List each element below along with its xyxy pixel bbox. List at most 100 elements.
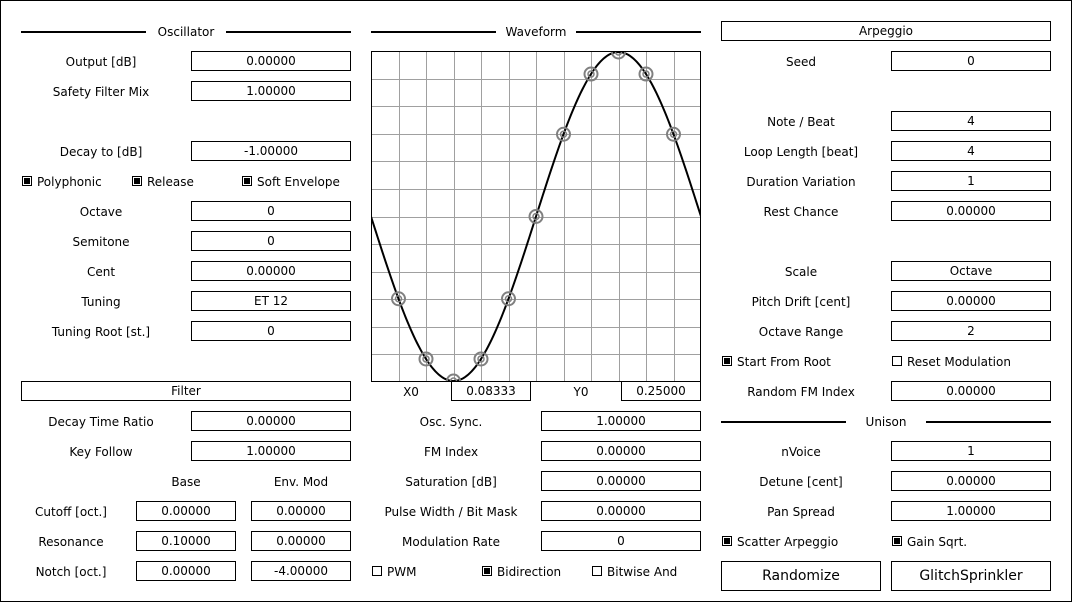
- detune-input[interactable]: 0.00000: [891, 471, 1051, 491]
- pwm-label: PWM: [387, 565, 417, 579]
- nvoice-input[interactable]: 1: [891, 441, 1051, 461]
- random-fm-index-label: Random FM Index: [747, 385, 855, 399]
- detune-label: Detune [cent]: [759, 475, 843, 489]
- start-from-root-check-icon: [722, 356, 732, 366]
- notch-env-input[interactable]: -4.00000: [251, 561, 351, 581]
- start-from-root-checkbox[interactable]: Start From Root: [722, 352, 872, 372]
- rest-chance-input[interactable]: 0.00000: [891, 201, 1051, 221]
- bidirection-label: Bidirection: [497, 565, 562, 579]
- pitch-drift-label: Pitch Drift [cent]: [751, 295, 851, 309]
- resonance-env-input[interactable]: 0.00000: [251, 531, 351, 551]
- release-check-icon: [132, 176, 142, 186]
- octave-range-input[interactable]: 2: [891, 321, 1051, 341]
- note-beat-input[interactable]: 4: [891, 111, 1051, 131]
- tuning-select[interactable]: ET 12: [191, 291, 351, 311]
- x0-label: X0: [403, 385, 419, 399]
- fm-index-label: FM Index: [423, 445, 479, 459]
- waveform-title: Waveform: [505, 25, 567, 39]
- safety-filter-input[interactable]: 1.00000: [191, 81, 351, 101]
- rest-chance-label: Rest Chance: [763, 205, 839, 219]
- note-beat-label: Note / Beat: [767, 115, 835, 129]
- reset-modulation-label: Reset Modulation: [907, 355, 1011, 369]
- oscillator-section-header: Oscillator: [21, 22, 351, 42]
- bitwise-and-label: Bitwise And: [607, 565, 678, 579]
- x0-input[interactable]: 0.08333: [451, 381, 531, 401]
- y0-input[interactable]: 0.25000: [621, 381, 701, 401]
- cutoff-env-input[interactable]: 0.00000: [251, 501, 351, 521]
- release-label: Release: [147, 175, 194, 189]
- cent-label: Cent: [86, 265, 116, 279]
- polyphonic-check-icon: [22, 176, 32, 186]
- tuning-root-label: Tuning Root [st.]: [51, 325, 151, 339]
- output-input[interactable]: 0.00000: [191, 51, 351, 71]
- polyphonic-label: Polyphonic: [37, 175, 102, 189]
- notch-base-input[interactable]: 0.00000: [136, 561, 236, 581]
- waveform-section-header: Waveform: [371, 22, 701, 42]
- bitwise-and-check-icon: [592, 566, 602, 576]
- unison-section-header: Unison: [721, 412, 1051, 432]
- cutoff-base-input[interactable]: 0.00000: [136, 501, 236, 521]
- tuning-root-input[interactable]: 0: [191, 321, 351, 341]
- semitone-label: Semitone: [72, 235, 130, 249]
- saturation-label: Saturation [dB]: [405, 475, 497, 489]
- decay-input[interactable]: -1.00000: [191, 141, 351, 161]
- tuning-label: Tuning: [81, 295, 121, 309]
- pwm-checkbox[interactable]: PWM: [372, 562, 472, 582]
- loop-length-input[interactable]: 4: [891, 141, 1051, 161]
- bidirection-check-icon: [482, 566, 492, 576]
- modulation-rate-input[interactable]: 0: [541, 531, 701, 551]
- osc-sync-input[interactable]: 1.00000: [541, 411, 701, 431]
- glitch-sprinkler-button[interactable]: GlitchSprinkler: [891, 561, 1051, 591]
- waveform-editor[interactable]: [371, 51, 701, 382]
- saturation-input[interactable]: 0.00000: [541, 471, 701, 491]
- octave-label: Octave: [79, 205, 123, 219]
- semitone-input[interactable]: 0: [191, 231, 351, 251]
- scatter-arpeggio-checkbox[interactable]: Scatter Arpeggio: [722, 532, 872, 552]
- loop-length-label: Loop Length [beat]: [743, 145, 859, 159]
- pwm-check-icon: [372, 566, 382, 576]
- env-mod-column-header: Env. Mod: [273, 475, 329, 489]
- pan-spread-input[interactable]: 1.00000: [891, 501, 1051, 521]
- key-follow-input[interactable]: 1.00000: [191, 441, 351, 461]
- octave-input[interactable]: 0: [191, 201, 351, 221]
- scatter-arpeggio-check-icon: [722, 536, 732, 546]
- safety-filter-label: Safety Filter Mix: [52, 85, 150, 99]
- bitwise-and-checkbox[interactable]: Bitwise And: [592, 562, 692, 582]
- polyphonic-checkbox[interactable]: Polyphonic: [22, 172, 122, 192]
- random-fm-index-input[interactable]: 0.00000: [891, 381, 1051, 401]
- randomize-button[interactable]: Randomize: [721, 561, 881, 591]
- scale-select[interactable]: Octave: [891, 261, 1051, 281]
- output-label: Output [dB]: [65, 55, 137, 69]
- decay-time-ratio-input[interactable]: 0.00000: [191, 411, 351, 431]
- cent-input[interactable]: 0.00000: [191, 261, 351, 281]
- release-checkbox[interactable]: Release: [132, 172, 232, 192]
- pitch-drift-input[interactable]: 0.00000: [891, 291, 1051, 311]
- gain-sqrt-checkbox[interactable]: Gain Sqrt.: [892, 532, 1042, 552]
- resonance-base-input[interactable]: 0.10000: [136, 531, 236, 551]
- fm-index-input[interactable]: 0.00000: [541, 441, 701, 461]
- scatter-arpeggio-label: Scatter Arpeggio: [737, 535, 839, 549]
- unison-title: Unison: [865, 415, 907, 429]
- gain-sqrt-check-icon: [892, 536, 902, 546]
- soft-envelope-checkbox[interactable]: Soft Envelope: [242, 172, 342, 192]
- arpeggio-section-header: Arpeggio: [721, 21, 1051, 41]
- soft-envelope-label: Soft Envelope: [257, 175, 340, 189]
- nvoice-label: nVoice: [781, 445, 821, 459]
- pan-spread-label: Pan Spread: [767, 505, 835, 519]
- reset-modulation-checkbox[interactable]: Reset Modulation: [892, 352, 1042, 372]
- pulse-width-label: Pulse Width / Bit Mask: [384, 505, 518, 519]
- filter-section-header: Filter: [21, 381, 351, 401]
- decay-label: Decay to [dB]: [59, 145, 143, 159]
- modulation-rate-label: Modulation Rate: [402, 535, 500, 549]
- base-column-header: Base: [171, 475, 201, 489]
- pulse-width-input[interactable]: 0.00000: [541, 501, 701, 521]
- bidirection-checkbox[interactable]: Bidirection: [482, 562, 582, 582]
- osc-sync-label: Osc. Sync.: [419, 415, 483, 429]
- reset-modulation-check-icon: [892, 356, 902, 366]
- oscillator-title: Oscillator: [157, 25, 215, 39]
- y0-label: Y0: [573, 385, 589, 399]
- duration-variation-input[interactable]: 1: [891, 171, 1051, 191]
- seed-input[interactable]: 0: [891, 51, 1051, 71]
- seed-label: Seed: [786, 55, 816, 69]
- scale-label: Scale: [784, 265, 818, 279]
